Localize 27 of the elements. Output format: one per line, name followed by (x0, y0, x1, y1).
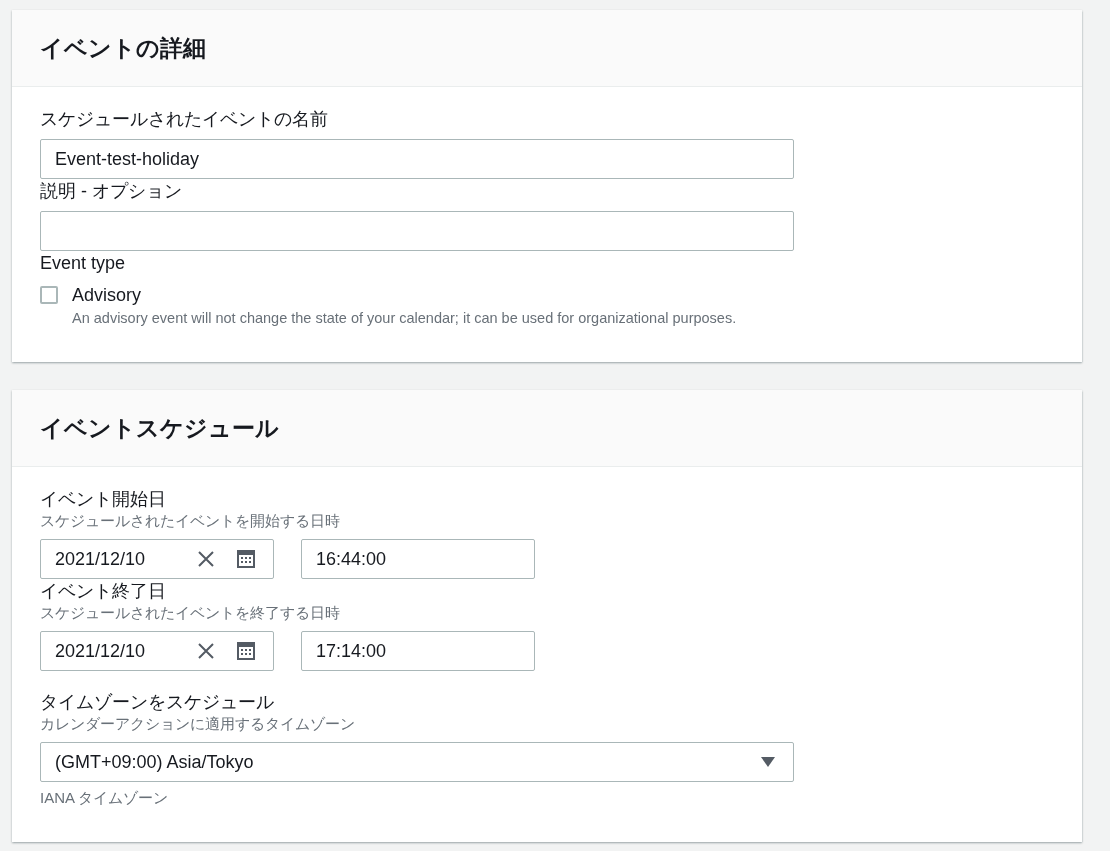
time-input-field[interactable]: 17:14:00 (301, 631, 535, 671)
clear-icon[interactable] (197, 550, 215, 568)
calendar-icon[interactable] (237, 550, 255, 568)
field-label: イベント開始日 (40, 488, 167, 511)
name-input-field[interactable]: Event-test-holiday (40, 139, 794, 179)
field-label: スケジュールされたイベントの名前 (40, 108, 329, 131)
field-label: 説明 - オプション (40, 180, 183, 203)
field-label: Event type (40, 252, 127, 275)
description-input-field[interactable] (40, 211, 794, 251)
field-hint: IANA タイムゾーン (40, 788, 170, 808)
field-description: スケジュールされたイベントを終了する日時 (40, 603, 341, 623)
section-title: イベントの詳細 (40, 33, 206, 63)
calendar-icon[interactable] (237, 642, 255, 660)
field-description: スケジュールされたイベントを開始する日時 (40, 511, 341, 531)
timezone-dropdown[interactable]: (GMT+09:00) Asia/Tokyo (40, 742, 794, 782)
clear-icon[interactable] (197, 642, 215, 660)
field-description: カレンダーアクションに適用するタイムゾーン (40, 714, 356, 734)
caret-icon (761, 757, 775, 767)
checkbox-label[interactable]: Advisory (72, 284, 142, 306)
advisory-checkbox[interactable] (40, 286, 58, 304)
date-input-field[interactable]: 2021/12/10 (40, 539, 274, 579)
time-input-field[interactable]: 16:44:00 (301, 539, 535, 579)
section-title: イベントスケジュール (40, 413, 279, 443)
date-input-field[interactable]: 2021/12/10 (40, 631, 274, 671)
field-label: タイムゾーンをスケジュール (40, 691, 275, 714)
field-label: イベント終了日 (40, 580, 167, 603)
checkbox-description: An advisory event will not change the state of your calendar; it can be used for organizational purposes. (72, 309, 738, 328)
